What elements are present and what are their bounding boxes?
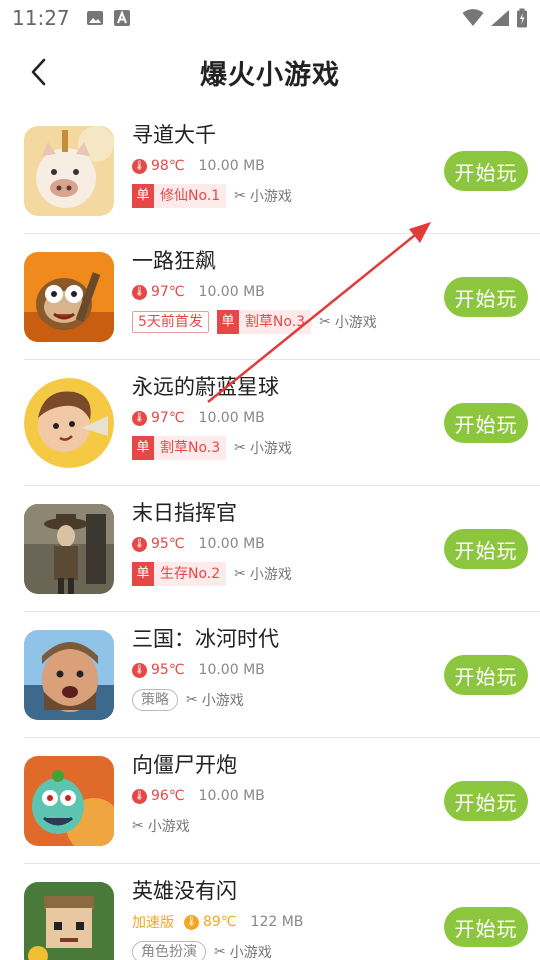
rank-tag: 单修仙No.1 <box>132 184 227 208</box>
thermometer-icon: 🌡 <box>132 284 147 300</box>
game-list: 寻道大千 🌡 98℃ 10.00 MB 单修仙No.1 ✂ 小游戏 开始玩 一路狂… <box>0 108 540 960</box>
game-size: 10.00 MB <box>198 662 265 678</box>
game-icon-yiluku[interactable] <box>24 252 114 342</box>
wifi-icon <box>462 9 484 26</box>
signal-icon <box>491 10 509 26</box>
category-label: ✂ 小游戏 <box>234 440 292 457</box>
thermometer-icon: 🌡 <box>132 788 147 804</box>
play-button[interactable]: 开始玩 <box>444 529 528 569</box>
game-size: 10.00 MB <box>198 158 265 174</box>
tools-icon: ✂ <box>234 188 246 204</box>
game-name: 末日指挥官 <box>132 501 237 525</box>
game-icon-mori[interactable] <box>24 504 114 594</box>
chevron-left-icon <box>31 58 46 86</box>
thermometer-icon: 🌡 <box>184 914 199 930</box>
game-row[interactable]: 向僵尸开炮 🌡 96℃ 10.00 MB ✂ 小游戏 开始玩 <box>24 738 540 864</box>
game-temperature: 89℃ <box>203 914 237 930</box>
play-button[interactable]: 开始玩 <box>444 151 528 191</box>
play-button[interactable]: 开始玩 <box>444 277 528 317</box>
game-name: 一路狂飙 <box>132 249 216 273</box>
thermometer-icon: 🌡 <box>132 158 147 174</box>
category-label: ✂ 小游戏 <box>132 818 190 835</box>
game-temperature: 97℃ <box>151 284 185 300</box>
genre-tag: 策略 <box>132 689 178 711</box>
game-size: 122 MB <box>250 914 304 930</box>
game-size: 10.00 MB <box>198 536 265 552</box>
thermometer-icon: 🌡 <box>132 410 147 426</box>
new-release-badge: 5天前首发 <box>132 311 209 333</box>
status-bar: 11:27 <box>0 0 540 36</box>
rank-tag: 单割草No.3 <box>132 436 227 460</box>
play-button[interactable]: 开始玩 <box>444 403 528 443</box>
category-label: ✂ 小游戏 <box>234 188 292 205</box>
game-icon-jiangshi[interactable] <box>24 756 114 846</box>
thermometer-icon: 🌡 <box>132 662 147 678</box>
tools-icon: ✂ <box>214 944 226 960</box>
game-name: 永远的蔚蓝星球 <box>132 375 279 399</box>
game-row[interactable]: 一路狂飙 🌡 97℃ 10.00 MB 5天前首发 单割草No.3 ✂ 小游戏 开… <box>24 234 540 360</box>
game-temperature: 97℃ <box>151 410 185 426</box>
game-icon-sanguo[interactable] <box>24 630 114 720</box>
game-icon-xundao[interactable] <box>24 126 114 216</box>
game-size: 10.00 MB <box>198 788 265 804</box>
game-icon-yingxiong[interactable] <box>24 882 114 960</box>
game-row[interactable]: 英雄没有闪 加速版 🌡 89℃ 122 MB 角色扮演 ✂ 小游戏 开始玩 <box>24 864 540 960</box>
game-row[interactable]: 寻道大千 🌡 98℃ 10.00 MB 单修仙No.1 ✂ 小游戏 开始玩 <box>24 108 540 234</box>
tools-icon: ✂ <box>186 692 198 708</box>
tools-icon: ✂ <box>132 818 144 834</box>
game-temperature: 96℃ <box>151 788 185 804</box>
battery-icon <box>517 8 527 28</box>
game-name: 三国：冰河时代 <box>132 627 279 651</box>
play-button[interactable]: 开始玩 <box>444 907 528 947</box>
play-button[interactable]: 开始玩 <box>444 781 528 821</box>
rank-tag: 单割草No.3 <box>216 310 312 334</box>
tools-icon: ✂ <box>319 314 331 330</box>
tools-icon: ✂ <box>234 440 246 456</box>
category-label: ✂ 小游戏 <box>319 314 377 331</box>
game-name: 英雄没有闪 <box>132 879 237 903</box>
game-row[interactable]: 末日指挥官 🌡 95℃ 10.00 MB 单生存No.2 ✂ 小游戏 开始玩 <box>24 486 540 612</box>
thermometer-icon: 🌡 <box>132 536 147 552</box>
speed-version-tag: 加速版 <box>132 915 174 931</box>
category-label: ✂ 小游戏 <box>214 944 272 960</box>
game-row[interactable]: 永远的蔚蓝星球 🌡 97℃ 10.00 MB 单割草No.3 ✂ 小游戏 开始玩 <box>24 360 540 486</box>
back-button[interactable] <box>20 54 56 90</box>
category-label: ✂ 小游戏 <box>234 566 292 583</box>
category-label: ✂ 小游戏 <box>186 692 244 709</box>
game-size: 10.00 MB <box>198 284 265 300</box>
tools-icon: ✂ <box>234 566 246 582</box>
game-name: 向僵尸开炮 <box>132 753 237 777</box>
game-size: 10.00 MB <box>198 410 265 426</box>
rank-tag: 单生存No.2 <box>132 562 227 586</box>
genre-tag: 角色扮演 <box>132 941 206 960</box>
game-temperature: 95℃ <box>151 662 185 678</box>
app-header: 爆火小游戏 <box>0 36 540 108</box>
gallery-icon <box>86 11 103 25</box>
game-icon-weilan[interactable] <box>24 378 114 468</box>
game-temperature: 95℃ <box>151 536 185 552</box>
game-temperature: 98℃ <box>151 158 185 174</box>
game-name: 寻道大千 <box>132 123 216 147</box>
page-title: 爆火小游戏 <box>200 59 340 91</box>
game-row[interactable]: 三国：冰河时代 🌡 95℃ 10.00 MB 策略 ✂ 小游戏 开始玩 <box>24 612 540 738</box>
play-button[interactable]: 开始玩 <box>444 655 528 695</box>
font-icon <box>113 10 130 26</box>
status-time: 11:27 <box>12 6 70 30</box>
